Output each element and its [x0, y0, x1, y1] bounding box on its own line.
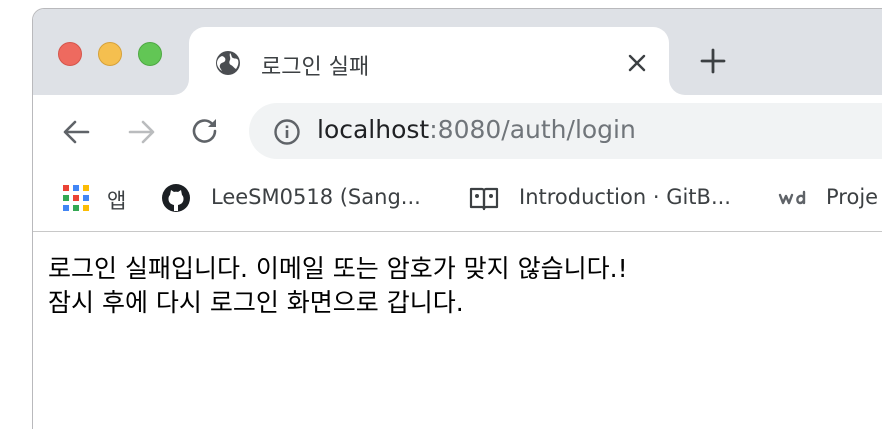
tab-title: 로그인 실패 — [261, 55, 370, 80]
apps-grid-icon — [63, 185, 89, 211]
bookmark-label: Proje — [826, 185, 879, 209]
page-content: 로그인 실패입니다. 이메일 또는 암호가 맞지 않습니다.! 잠시 후에 다시… — [33, 232, 882, 429]
window-close-button[interactable] — [58, 42, 82, 66]
bookmarks-bar: 앱 LeeSM0518 (Sang... Introduction · GitB… — [33, 167, 882, 232]
bookmark-label: 앱 — [107, 189, 127, 213]
wd-logo-icon — [778, 190, 806, 205]
reload-icon[interactable] — [189, 116, 221, 148]
gitbook-icon — [469, 187, 499, 211]
login-failure-message: 로그인 실패입니다. 이메일 또는 암호가 맞지 않습니다.! — [48, 254, 628, 283]
new-tab-button[interactable] — [699, 47, 727, 75]
bookmark-label: Introduction · GitB... — [519, 185, 731, 209]
window-maximize-button[interactable] — [138, 42, 162, 66]
close-icon[interactable] — [625, 51, 649, 75]
address-bar[interactable]: localhost:8080/auth/login — [249, 103, 882, 159]
browser-window: 로그인 실패 localhost:8080/auth/login 앱 LeeSM… — [32, 8, 882, 429]
info-icon[interactable] — [273, 118, 301, 146]
globe-icon — [216, 51, 240, 75]
url-text[interactable]: localhost:8080/auth/login — [317, 115, 636, 144]
active-tab[interactable]: 로그인 실패 — [189, 27, 669, 95]
url-path: :8080/auth/login — [429, 115, 636, 144]
forward-icon[interactable] — [125, 116, 157, 148]
bookmark-label: LeeSM0518 (Sang... — [211, 185, 421, 209]
github-icon — [162, 184, 190, 212]
redirect-notice: 잠시 후에 다시 로그인 화면으로 갑니다. — [48, 288, 464, 317]
toolbar: localhost:8080/auth/login — [33, 95, 882, 167]
back-icon[interactable] — [61, 116, 93, 148]
window-minimize-button[interactable] — [98, 42, 122, 66]
url-host: localhost — [317, 115, 430, 144]
tab-strip: 로그인 실패 — [33, 9, 882, 95]
